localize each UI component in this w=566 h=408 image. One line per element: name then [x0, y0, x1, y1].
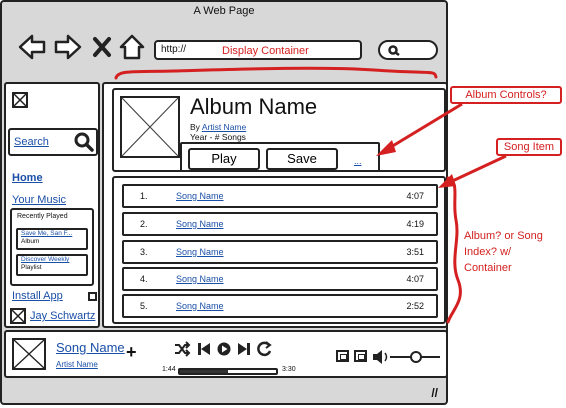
song-name-link[interactable]: Song Name [176, 269, 224, 289]
album-header: Album Name By Artist Name Year - # Songs… [112, 88, 446, 172]
recent-item-name: Save Me, San F... [21, 230, 73, 237]
back-arrow-icon[interactable] [18, 34, 46, 60]
resize-grip-icon[interactable]: // [431, 386, 438, 400]
display-container-annotation: Display Container [222, 45, 309, 57]
recently-played-title: Recently Played [17, 213, 68, 220]
speaker-icon [373, 350, 388, 364]
song-row[interactable]: 3. Song Name 3:51 [122, 240, 438, 264]
album-artist-link[interactable]: Artist Name [202, 122, 246, 132]
recent-item-type: Playlist [21, 264, 42, 271]
devices-icon[interactable] [354, 350, 367, 362]
song-list: 1. Song Name 4:07 2. Song Name 4:19 3. S… [112, 176, 446, 324]
recent-item-name: Discover Weekly [21, 256, 70, 263]
window-title: A Web Page [193, 5, 255, 17]
album-controls: Play Save ... [180, 142, 380, 172]
user-avatar-icon[interactable] [10, 308, 26, 324]
more-options-link[interactable]: ... [354, 156, 362, 166]
song-name-link[interactable]: Song Name [176, 296, 224, 316]
browser-toolbar: http:// Display Container [2, 20, 446, 82]
time-total: 3:30 [282, 366, 296, 373]
album-byline: By Artist Name [190, 122, 246, 132]
search-icon [74, 132, 94, 152]
song-item-annotation: Song Item [496, 138, 562, 156]
album-art-image-icon [120, 96, 180, 158]
song-number: 3. [140, 247, 148, 257]
album-song-index-annotation: Album? or Song Index? w/ Container [464, 230, 543, 274]
progress-fill [180, 370, 228, 373]
recent-item[interactable]: Discover Weekly Playlist [16, 254, 88, 276]
main-content: Album Name By Artist Name Year - # Songs… [102, 82, 448, 328]
song-number: 5. [140, 301, 148, 311]
now-playing-bar: Song Name Artist Name + 1:44 3:30 [4, 330, 448, 378]
time-elapsed: 1:44 [162, 366, 176, 373]
browser-window: A Web Page http:// Display Container Sea… [0, 0, 448, 405]
now-playing-artist-link[interactable]: Artist Name [56, 360, 98, 369]
play-pause-icon[interactable] [216, 340, 232, 358]
shuffle-icon[interactable] [174, 340, 191, 358]
sidebar-item-home[interactable]: Home [12, 172, 43, 184]
song-name-link[interactable]: Song Name [176, 242, 224, 262]
sidebar-item-install-app[interactable]: Install App [12, 290, 63, 302]
progress-bar[interactable] [178, 368, 278, 375]
song-row[interactable]: 2. Song Name 4:19 [122, 212, 438, 236]
sidebar: Search Home Your Music Recently Played S… [4, 82, 100, 328]
song-number: 4. [140, 274, 148, 284]
next-track-icon[interactable] [236, 340, 252, 358]
recent-item-type: Album [21, 238, 40, 245]
song-duration: 4:07 [406, 274, 424, 284]
now-playing-song-link[interactable]: Song Name [56, 340, 125, 355]
album-controls-annotation: Album Controls? [450, 86, 562, 104]
close-x-icon[interactable] [92, 34, 112, 60]
forward-arrow-icon[interactable] [54, 34, 82, 60]
song-duration: 4:19 [406, 219, 424, 229]
sidebar-search[interactable]: Search [8, 128, 98, 156]
song-duration: 4:07 [406, 191, 424, 201]
repeat-icon[interactable] [256, 340, 272, 358]
song-number: 2. [140, 219, 148, 229]
display-container-bracket [114, 66, 438, 80]
song-item-arrow [438, 154, 507, 188]
song-duration: 2:52 [406, 301, 424, 311]
home-icon[interactable] [118, 34, 146, 60]
song-number: 1. [140, 191, 148, 201]
sidebar-item-your-music[interactable]: Your Music [12, 194, 66, 206]
logo-placeholder-icon [12, 92, 28, 108]
recently-played-panel: Recently Played Save Me, San F... Album … [10, 208, 94, 286]
song-index-bracket [446, 176, 462, 324]
song-row[interactable]: 4. Song Name 4:07 [122, 267, 438, 291]
by-prefix: By [190, 122, 200, 132]
volume-slider[interactable] [372, 348, 442, 366]
sidebar-search-label: Search [14, 136, 49, 148]
song-row[interactable]: 5. Song Name 2:52 [122, 294, 438, 318]
install-app-checkbox[interactable] [88, 292, 97, 301]
user-name-link[interactable]: Jay Schwartz [30, 310, 95, 322]
queue-icon[interactable] [336, 350, 349, 362]
song-duration: 3:51 [406, 247, 424, 257]
play-button[interactable]: Play [188, 148, 260, 170]
search-icon [388, 45, 400, 57]
song-name-link[interactable]: Song Name [176, 186, 224, 206]
status-bar: // [2, 380, 446, 404]
add-to-library-button[interactable]: + [126, 342, 137, 363]
previous-track-icon[interactable] [196, 340, 212, 358]
album-meta: Year - # Songs [190, 132, 246, 142]
song-name-link[interactable]: Song Name [176, 214, 224, 234]
now-playing-art-icon [12, 338, 46, 370]
album-title: Album Name [190, 94, 318, 119]
browser-search-field[interactable] [378, 40, 438, 60]
save-button[interactable]: Save [266, 148, 338, 170]
song-row[interactable]: 1. Song Name 4:07 [122, 184, 438, 208]
recent-item[interactable]: Save Me, San F... Album [16, 228, 88, 250]
